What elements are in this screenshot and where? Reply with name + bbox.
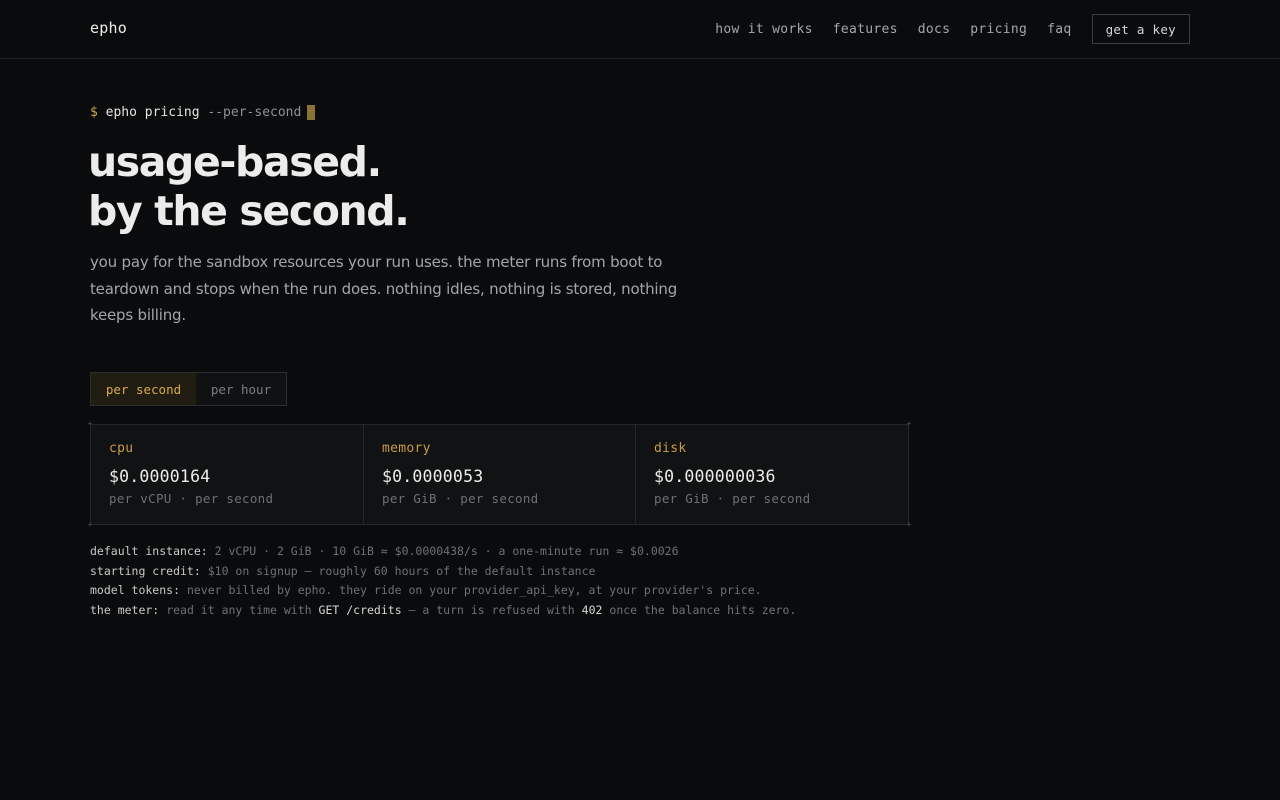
note-text: once the balance hits zero. bbox=[609, 602, 797, 617]
note-text: — a turn is refused with bbox=[408, 602, 575, 617]
prompt-flag: --per-second bbox=[207, 104, 302, 120]
main-nav: how it works features docs pricing faq g… bbox=[715, 14, 1190, 44]
price-value: $0.0000053 bbox=[382, 467, 484, 486]
price-card-memory: memory $0.0000053 per GiB · per second bbox=[364, 425, 636, 524]
headline-line-2: by the second. bbox=[88, 187, 410, 235]
note-meter: the meter: read it any time with GET /cr… bbox=[90, 601, 990, 621]
note-key: model tokens: bbox=[90, 583, 181, 598]
terminal-prompt: $ epho pricing --per-second bbox=[90, 103, 316, 121]
status-code: 402 bbox=[581, 602, 603, 617]
price-unit: per GiB · per second bbox=[654, 491, 811, 506]
nav-link-pricing[interactable]: pricing bbox=[970, 22, 1027, 37]
nav-link-faq[interactable]: faq bbox=[1047, 22, 1071, 37]
cursor-block-icon bbox=[307, 104, 316, 120]
billing-period-toggle: per second per hour bbox=[90, 372, 287, 406]
pricing-notes: default instance: 2 vCPU · 2 GiB · 10 Gi… bbox=[90, 542, 990, 620]
note-text: never billed by epho. they ride on your … bbox=[186, 583, 762, 598]
note-starting-credit: starting credit: $10 on signup — roughly… bbox=[90, 562, 990, 582]
price-label: cpu bbox=[109, 441, 134, 456]
price-card-disk: disk $0.000000036 per GiB · per second bbox=[636, 425, 908, 524]
price-value: $0.0000164 bbox=[109, 467, 211, 486]
price-unit: per vCPU · per second bbox=[109, 491, 274, 506]
credits-endpoint: GET /credits bbox=[318, 602, 402, 617]
prompt-command: epho pricing bbox=[105, 104, 200, 120]
page-headline: usage-based. by the second. bbox=[88, 138, 410, 236]
note-key: starting credit: bbox=[90, 563, 201, 578]
price-unit: per GiB · per second bbox=[382, 491, 539, 506]
note-default-instance: default instance: 2 vCPU · 2 GiB · 10 Gi… bbox=[90, 542, 990, 562]
price-value: $0.000000036 bbox=[654, 467, 776, 486]
note-text: 2 vCPU · 2 GiB · 10 GiB ≈ $0.0000438/s ·… bbox=[214, 544, 679, 558]
toggle-per-second[interactable]: per second bbox=[91, 373, 196, 405]
nav-link-features[interactable]: features bbox=[833, 22, 898, 37]
prompt-symbol: $ bbox=[90, 104, 98, 120]
brand-logo[interactable]: epho bbox=[90, 19, 127, 37]
note-text: $10 on signup — roughly 60 hours of the … bbox=[207, 563, 596, 578]
price-card-cpu: cpu $0.0000164 per vCPU · per second bbox=[91, 425, 364, 524]
headline-line-1: usage-based. bbox=[88, 138, 382, 186]
get-a-key-button[interactable]: get a key bbox=[1091, 14, 1190, 44]
pricing-cards: + + + + cpu $0.0000164 per vCPU · per se… bbox=[88, 420, 912, 529]
nav-link-docs[interactable]: docs bbox=[918, 22, 951, 37]
note-key: the meter: bbox=[90, 602, 160, 617]
price-label: memory bbox=[382, 441, 431, 456]
price-label: disk bbox=[654, 441, 687, 456]
hero-description: you pay for the sandbox resources your r… bbox=[90, 253, 678, 324]
note-key: default instance: bbox=[90, 544, 208, 558]
note-model-tokens: model tokens: never billed by epho. they… bbox=[90, 581, 990, 601]
note-text: read it any time with bbox=[166, 602, 312, 617]
toggle-per-hour[interactable]: per hour bbox=[196, 373, 286, 405]
top-nav-bar: epho how it works features docs pricing … bbox=[0, 0, 1280, 59]
nav-link-how-it-works[interactable]: how it works bbox=[715, 22, 813, 37]
